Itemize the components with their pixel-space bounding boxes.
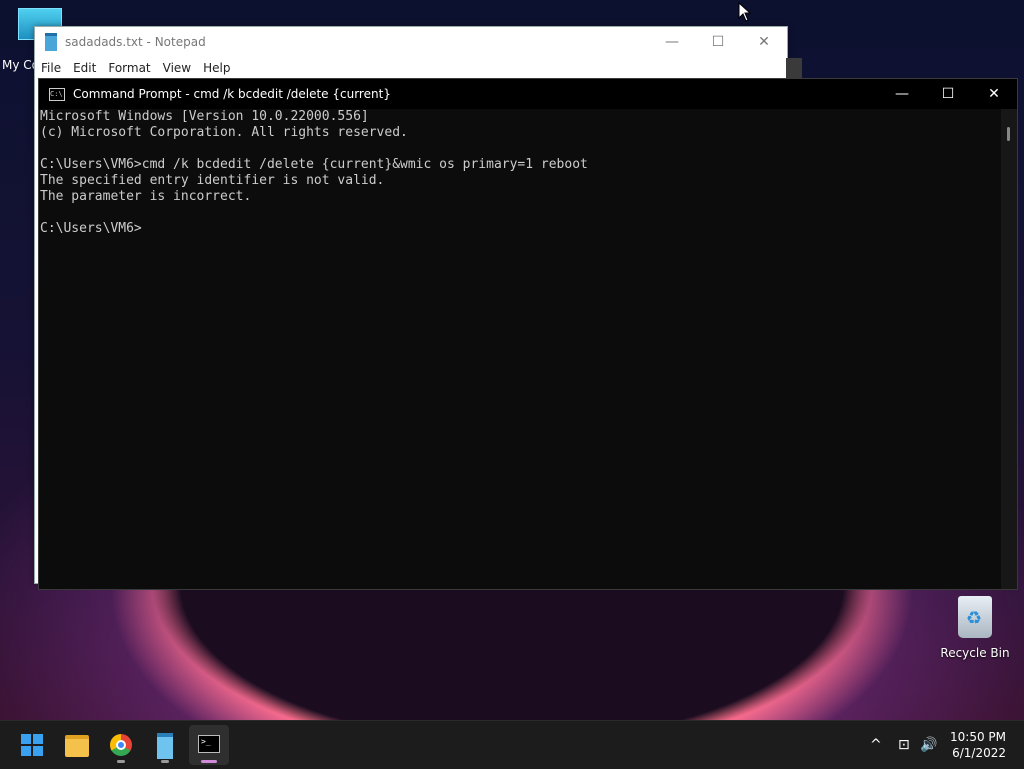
taskbar-command-prompt[interactable]	[189, 725, 229, 765]
minimize-button[interactable]: —	[649, 34, 695, 50]
scrollbar-thumb[interactable]	[1007, 127, 1010, 141]
desktop-icon-recycle-bin[interactable]: ♻ Recycle Bin	[940, 596, 1010, 660]
menu-help[interactable]: Help	[201, 61, 236, 75]
taskbar-chrome[interactable]	[101, 725, 141, 765]
console-line: Microsoft Windows [Version 10.0.22000.55…	[40, 109, 369, 124]
taskbar-file-explorer[interactable]	[57, 725, 97, 765]
network-button[interactable]: ⊡	[898, 721, 910, 769]
chevron-up-icon: ^	[870, 737, 882, 753]
console-line: ​	[40, 205, 1001, 221]
menu-view[interactable]: View	[161, 61, 197, 75]
scrollbar[interactable]	[1001, 109, 1017, 589]
window-edge	[786, 58, 802, 80]
clock-time: 10:50 PM	[950, 730, 1006, 744]
taskbar-notepad[interactable]	[145, 725, 185, 765]
start-button[interactable]	[12, 725, 52, 765]
console-line: ​	[40, 141, 1001, 157]
notepad-titlebar[interactable]: sadadads.txt - Notepad — ☐ ✕	[35, 27, 787, 57]
console-line: (c) Microsoft Corporation. All rights re…	[40, 125, 408, 140]
close-button[interactable]: ✕	[971, 86, 1017, 102]
maximize-button[interactable]: ☐	[925, 86, 971, 102]
folder-icon	[65, 735, 89, 757]
terminal-icon	[198, 735, 220, 753]
notepad-title: sadadads.txt - Notepad	[65, 35, 206, 49]
console-line: The parameter is incorrect.	[40, 189, 252, 204]
desktop-icon-label: Recycle Bin	[940, 646, 1010, 660]
recycle-bin-icon: ♻	[958, 596, 992, 638]
notepad-icon	[45, 33, 57, 51]
maximize-button[interactable]: ☐	[695, 34, 741, 50]
notepad-icon	[157, 733, 173, 759]
console-output[interactable]: Microsoft Windows [Version 10.0.22000.55…	[39, 109, 1001, 589]
running-indicator	[117, 760, 125, 763]
chrome-icon	[110, 734, 132, 756]
volume-icon: 🔊	[920, 737, 938, 753]
console-line: C:\Users\VM6>cmd /k bcdedit /delete {cur…	[40, 157, 588, 172]
console-line: The specified entry identifier is not va…	[40, 173, 385, 188]
command-prompt-window[interactable]: C:\ Command Prompt - cmd /k bcdedit /del…	[38, 78, 1018, 590]
running-indicator	[201, 760, 217, 763]
cmd-titlebar[interactable]: C:\ Command Prompt - cmd /k bcdedit /del…	[39, 79, 1017, 109]
clock[interactable]: 10:50 PM 6/1/2022	[950, 729, 1006, 761]
taskbar: ^ ⊡ 🔊 10:50 PM 6/1/2022	[0, 720, 1024, 769]
menu-edit[interactable]: Edit	[71, 61, 102, 75]
clock-date: 6/1/2022	[952, 746, 1006, 760]
notepad-menubar: File Edit Format View Help	[35, 57, 787, 79]
console-prompt: C:\Users\VM6>	[40, 221, 142, 236]
network-icon: ⊡	[898, 737, 910, 753]
show-hidden-icons-button[interactable]: ^	[870, 721, 882, 769]
running-indicator	[161, 760, 169, 763]
terminal-icon: C:\	[49, 87, 65, 101]
cmd-title: Command Prompt - cmd /k bcdedit /delete …	[73, 87, 391, 101]
menu-file[interactable]: File	[39, 61, 67, 75]
windows-logo-icon	[21, 734, 43, 756]
menu-format[interactable]: Format	[106, 61, 156, 75]
volume-button[interactable]: 🔊	[920, 721, 937, 769]
close-button[interactable]: ✕	[741, 34, 787, 50]
minimize-button[interactable]: —	[879, 86, 925, 102]
mouse-cursor-icon	[738, 2, 752, 22]
